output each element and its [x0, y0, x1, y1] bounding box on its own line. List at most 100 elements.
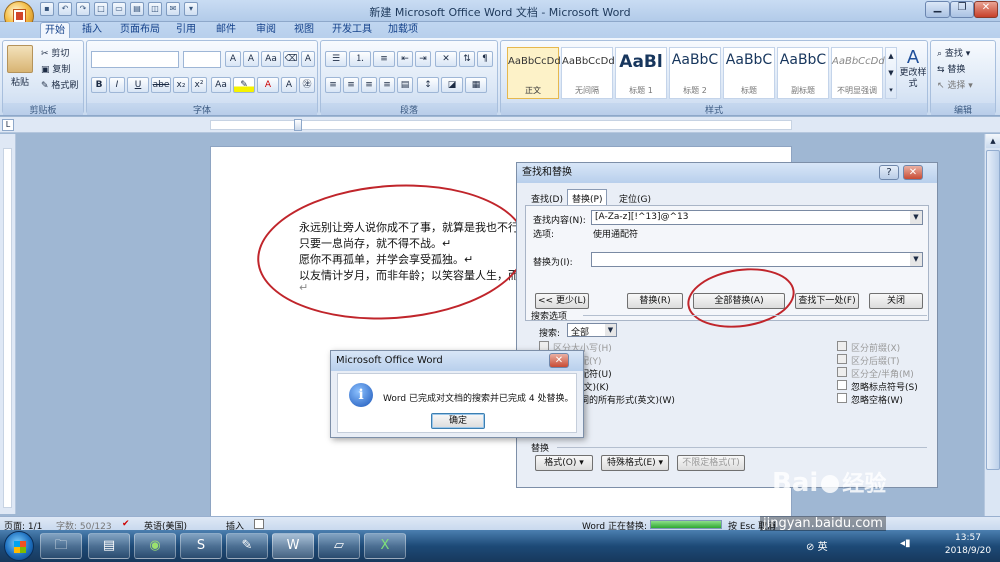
clear-format-icon[interactable]: ⌫: [283, 51, 299, 67]
match-width-checkbox[interactable]: [837, 367, 847, 377]
tray-icons[interactable]: ⊘ 英: [806, 538, 828, 553]
char-shading-icon[interactable]: A: [281, 77, 297, 93]
vertical-scrollbar[interactable]: ▲: [984, 134, 1000, 516]
find-button[interactable]: ⌕ 查找 ▾: [937, 46, 970, 59]
start-button[interactable]: [4, 531, 34, 561]
search-dropdown-icon[interactable]: ▼: [605, 324, 616, 336]
increase-indent-icon[interactable]: ⇥: [415, 51, 431, 67]
grow-font-button[interactable]: A: [225, 51, 241, 67]
distributed-icon[interactable]: ▤: [397, 77, 413, 93]
tray-lang[interactable]: 英: [818, 542, 828, 553]
close-window-button[interactable]: ✕: [974, 1, 998, 18]
style-normal[interactable]: AaBbCcDd 正文: [507, 47, 561, 99]
match-suffix-checkbox[interactable]: [837, 354, 847, 364]
vertical-ruler[interactable]: [0, 134, 16, 514]
tab-home[interactable]: 开始: [40, 22, 70, 38]
change-case-button[interactable]: Aa: [261, 51, 281, 67]
font-color-icon[interactable]: A: [257, 77, 279, 93]
paste-label[interactable]: 粘贴: [11, 75, 29, 88]
no-formatting-button[interactable]: 不限定格式(T): [677, 455, 745, 471]
sort-icon[interactable]: ⇅: [459, 51, 475, 67]
italic-button[interactable]: I: [109, 77, 125, 93]
special-button[interactable]: 特殊格式(E) ▾: [601, 455, 669, 471]
taskbar-paint-icon[interactable]: ✎: [226, 533, 268, 559]
horizontal-ruler[interactable]: L: [0, 117, 1000, 133]
text-effect-button[interactable]: Aa: [211, 77, 231, 93]
macro-record-icon[interactable]: [254, 519, 264, 529]
style-no-spacing[interactable]: AaBbCcDd 无间隔: [561, 47, 615, 99]
tab-insert[interactable]: 插入: [78, 22, 106, 38]
minimize-button[interactable]: ▁: [925, 1, 950, 18]
superscript-button[interactable]: x²: [191, 77, 207, 93]
find-what-input[interactable]: [A-Za-z][!^13]@^13 ▼: [591, 210, 923, 225]
bold-button[interactable]: B: [91, 77, 107, 93]
match-prefix-checkbox[interactable]: [837, 341, 847, 351]
search-direction-select[interactable]: 全部 ▼: [567, 323, 617, 338]
format-button[interactable]: 格式(O) ▾: [535, 455, 593, 471]
enclosed-char-icon[interactable]: ㊟: [299, 77, 315, 93]
maximize-button[interactable]: ❐: [950, 1, 974, 18]
paste-icon[interactable]: [7, 45, 33, 73]
tab-developer[interactable]: 开发工具: [328, 22, 376, 38]
tab-addins[interactable]: 加载项: [384, 22, 422, 38]
tab-references[interactable]: 引用: [172, 22, 200, 38]
numbering-icon[interactable]: ⒈: [349, 51, 371, 67]
styles-scroll-icon[interactable]: ▲ ▼ ▾: [885, 47, 897, 99]
ignore-punctuation-checkbox[interactable]: [837, 380, 847, 390]
replace-button[interactable]: ⇆ 替换: [937, 62, 965, 75]
subscript-button[interactable]: x₂: [173, 77, 189, 93]
borders-icon[interactable]: ▦: [465, 77, 487, 93]
tab-goto[interactable]: 定位(G): [619, 192, 651, 205]
underline-button[interactable]: U: [127, 77, 149, 93]
close-button[interactable]: 关闭: [869, 293, 923, 309]
tab-mailings[interactable]: 邮件: [212, 22, 240, 38]
replace-button[interactable]: 替换(R): [627, 293, 683, 309]
strikethrough-button[interactable]: abe: [151, 77, 171, 93]
align-left-icon[interactable]: ≡: [325, 77, 341, 93]
align-right-icon[interactable]: ≡: [361, 77, 377, 93]
select-button[interactable]: ↖ 选择 ▾: [937, 78, 973, 91]
taskbar-word-icon[interactable]: W: [272, 533, 314, 559]
shrink-font-button[interactable]: A: [243, 51, 259, 67]
replace-dropdown-icon[interactable]: ▼: [910, 253, 922, 266]
line-spacing-icon[interactable]: ↕: [417, 77, 439, 93]
style-heading-1[interactable]: AaBl 标题 1: [615, 47, 667, 99]
taskbar-explorer-icon[interactable]: ▤: [88, 533, 130, 559]
align-center-icon[interactable]: ≡: [343, 77, 359, 93]
show-marks-icon[interactable]: ¶: [477, 51, 493, 67]
help-button[interactable]: ?: [879, 165, 899, 180]
ok-button[interactable]: 确定: [431, 413, 485, 429]
proofing-icon[interactable]: ✔: [122, 519, 130, 529]
tray-volume-icon[interactable]: ◂▮: [900, 538, 911, 549]
char-border-icon[interactable]: A: [301, 51, 315, 67]
style-subtle-emphasis[interactable]: AaBbCcDd 不明显强调: [831, 47, 885, 99]
find-dropdown-icon[interactable]: ▼: [910, 211, 922, 224]
find-next-button[interactable]: 查找下一处(F): [795, 293, 859, 309]
tab-replace[interactable]: 替换(P): [567, 189, 608, 205]
justify-icon[interactable]: ≡: [379, 77, 395, 93]
tab-view[interactable]: 视图: [290, 22, 318, 38]
style-title[interactable]: AaBbC 标题: [723, 47, 775, 99]
tab-review[interactable]: 审阅: [252, 22, 280, 38]
clock[interactable]: 13:57 2018/9/20: [940, 532, 996, 558]
bullets-icon[interactable]: ☰: [325, 51, 347, 67]
highlight-icon[interactable]: ✎: [233, 77, 255, 93]
taskbar-app-icon[interactable]: ▱: [318, 533, 360, 559]
format-painter-button[interactable]: ✎ 格式刷: [41, 78, 78, 91]
change-styles-button[interactable]: A 更改样式: [899, 45, 927, 101]
taskbar-excel-icon[interactable]: X: [364, 533, 406, 559]
tab-selector-icon[interactable]: L: [2, 119, 14, 131]
tab-find[interactable]: 查找(D): [531, 192, 563, 205]
copy-button[interactable]: ▣ 复制: [41, 62, 70, 75]
decrease-indent-icon[interactable]: ⇤: [397, 51, 413, 67]
less-button[interactable]: << 更少(L): [535, 293, 589, 309]
message-close-button[interactable]: ✕: [549, 353, 569, 368]
ignore-space-checkbox[interactable]: [837, 393, 847, 403]
taskbar-wechat-icon[interactable]: ◉: [134, 533, 176, 559]
style-heading-2[interactable]: AaBbC 标题 2: [669, 47, 721, 99]
chinese-layout-icon[interactable]: ✕: [435, 51, 457, 67]
tab-page-layout[interactable]: 页面布局: [116, 22, 164, 38]
shading-icon[interactable]: ◪: [441, 77, 463, 93]
cut-button[interactable]: ✂ 剪切: [41, 46, 69, 59]
taskbar-folder-icon[interactable]: 🗀: [40, 533, 82, 559]
